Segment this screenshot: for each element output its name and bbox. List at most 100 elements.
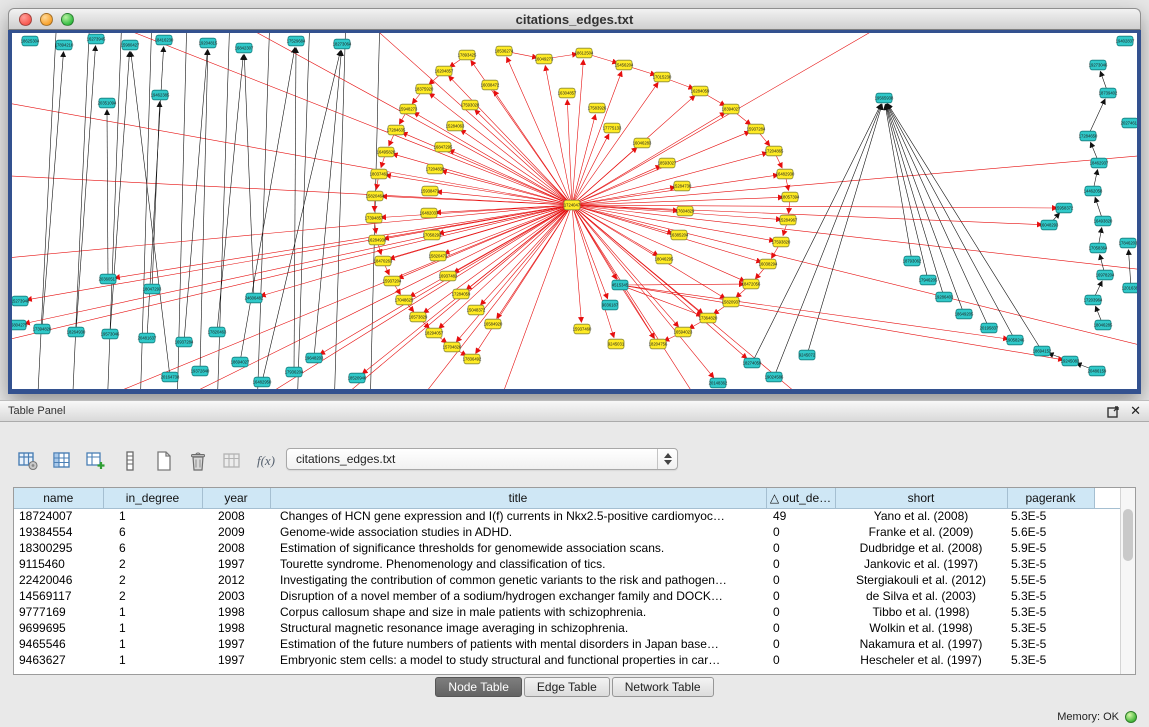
network-node[interactable]: 18649205	[955, 309, 974, 319]
cell-short[interactable]: Jankovic et al. (1997)	[835, 556, 1007, 572]
network-node[interactable]: 18273064	[333, 39, 352, 49]
close-panel-icon[interactable]: ✕	[1130, 404, 1141, 418]
table-row[interactable]: 911546021997Tourette syndrome. Phenomeno…	[14, 556, 1135, 572]
network-node[interactable]: 19573046	[101, 329, 120, 339]
column-header-title[interactable]: title	[270, 488, 766, 508]
cell-in_degree[interactable]: 2	[103, 572, 202, 588]
tab-edge-table[interactable]: Edge Table	[524, 677, 610, 697]
cell-pagerank[interactable]: 5.9E-5	[1007, 540, 1094, 556]
network-node[interactable]: 15273948	[12, 296, 30, 306]
network-node[interactable]: 18694152	[1033, 346, 1052, 356]
network-node[interactable]: 16304857	[558, 88, 577, 98]
new-document-icon[interactable]	[152, 449, 176, 473]
cell-pagerank[interactable]: 5.3E-5	[1007, 652, 1094, 668]
network-node[interactable]: 18793062	[903, 256, 922, 266]
cell-out_degree[interactable]: 0	[766, 636, 835, 652]
column-header-year[interactable]: year	[202, 488, 270, 508]
cell-in_degree[interactable]: 1	[103, 620, 202, 636]
cell-name[interactable]: 18300295	[14, 540, 103, 556]
network-node[interactable]: 18694027	[231, 357, 250, 367]
network-node[interactable]: 16847295	[434, 142, 453, 152]
cell-in_degree[interactable]: 6	[103, 524, 202, 540]
network-node[interactable]: 15958372	[1055, 203, 1074, 213]
column-header-short[interactable]: short	[835, 488, 1007, 508]
network-node[interactable]: 9245072	[799, 350, 816, 360]
network-node[interactable]: 16594023	[674, 327, 693, 337]
table-row[interactable]: 977716911998Corpus callosum shape and si…	[14, 604, 1135, 620]
column-header-pagerank[interactable]: pagerank	[1007, 488, 1094, 508]
cell-in_degree[interactable]: 6	[103, 540, 202, 556]
cell-title[interactable]: Structural magnetic resonance image aver…	[270, 620, 766, 636]
zoom-button[interactable]	[61, 13, 74, 26]
network-node[interactable]: 15948273	[399, 104, 418, 114]
network-node[interactable]: 16978204	[1096, 270, 1115, 280]
network-node[interactable]: 15820937	[722, 297, 741, 307]
cell-short[interactable]: Dudbridge et al. (2008)	[835, 540, 1007, 556]
network-node[interactable]: 19565938	[875, 93, 894, 103]
network-node[interactable]: 17394820	[33, 324, 52, 334]
network-node[interactable]: 16048293	[1040, 220, 1059, 230]
network-node[interactable]: 16842307	[235, 43, 254, 53]
network-node[interactable]: 18416230	[155, 35, 174, 45]
cell-title[interactable]: Genome-wide association studies in ADHD.	[270, 524, 766, 540]
network-node[interactable]: 18037462	[370, 169, 389, 179]
cell-in_degree[interactable]: 2	[103, 588, 202, 604]
network-node[interactable]: 20486159	[1088, 366, 1107, 376]
column-header-out_degree[interactable]: △ out_de…	[766, 488, 835, 508]
network-node[interactable]: 18612504	[575, 48, 594, 58]
cell-short[interactable]: Hescheler et al. (1997)	[835, 652, 1007, 668]
cell-in_degree[interactable]: 2	[103, 556, 202, 572]
network-node[interactable]: 20351094	[98, 98, 117, 108]
float-panel-icon[interactable]	[1107, 405, 1120, 418]
network-node[interactable]: 18470263	[374, 256, 393, 266]
cell-short[interactable]: Tibbo et al. (1998)	[835, 604, 1007, 620]
network-node[interactable]: 17058293	[423, 230, 442, 240]
cell-out_degree[interactable]: 0	[766, 588, 835, 604]
show-columns-icon[interactable]	[50, 449, 74, 473]
network-node[interactable]: 18046295	[655, 254, 674, 264]
network-node[interactable]: 17593028	[461, 100, 480, 110]
table-row[interactable]: 969969511998Structural magnetic resonanc…	[14, 620, 1135, 636]
cell-name[interactable]: 9777169	[14, 604, 103, 620]
network-node[interactable]: 17204865	[765, 146, 784, 156]
network-node[interactable]: 15938472	[421, 186, 440, 196]
cell-pagerank[interactable]: 5.6E-5	[1007, 524, 1094, 540]
network-node[interactable]: 17893425	[458, 50, 477, 60]
network-node[interactable]: 17058364	[1089, 243, 1108, 253]
cell-out_degree[interactable]: 0	[766, 524, 835, 540]
network-node[interactable]: 17284059	[452, 289, 471, 299]
cell-in_degree[interactable]: 1	[103, 636, 202, 652]
network-node[interactable]: 19648203	[305, 353, 324, 363]
table-row[interactable]: 946362711997Embryonic stem cells: a mode…	[14, 652, 1135, 668]
cell-year[interactable]: 2003	[202, 588, 270, 604]
network-node[interactable]: 1724047	[564, 200, 581, 210]
cell-pagerank[interactable]: 5.3E-5	[1007, 620, 1094, 636]
cell-title[interactable]: Tourette syndrome. Phenomenology and cla…	[270, 556, 766, 572]
network-node[interactable]: 16584920	[484, 319, 503, 329]
minimize-button[interactable]	[40, 13, 53, 26]
cell-name[interactable]: 9463627	[14, 652, 103, 668]
network-node[interactable]: 18462937	[1090, 158, 1109, 168]
network-node[interactable]: 15284063	[446, 121, 465, 131]
network-node[interactable]: 17583926	[588, 103, 607, 113]
cell-pagerank[interactable]: 5.5E-5	[1007, 572, 1094, 588]
network-node[interactable]: 16493820	[1094, 216, 1113, 226]
network-node[interactable]: 18625304	[21, 36, 40, 46]
cell-short[interactable]: Stergiakouli et al. (2012)	[835, 572, 1007, 588]
network-node[interactable]: 16049273	[535, 54, 554, 64]
network-node[interactable]: 17820463	[208, 327, 227, 337]
network-node[interactable]: 20148362	[709, 378, 728, 388]
cell-in_degree[interactable]: 1	[103, 652, 202, 668]
cell-name[interactable]: 9465546	[14, 636, 103, 652]
network-node[interactable]: 15456204	[615, 60, 634, 70]
network-node[interactable]: 17936204	[285, 367, 304, 377]
cell-out_degree[interactable]: 0	[766, 652, 835, 668]
cell-in_degree[interactable]: 1	[103, 604, 202, 620]
network-node[interactable]: 20164738	[161, 372, 180, 382]
network-node[interactable]: 16385204	[670, 230, 689, 240]
cell-in_degree[interactable]: 1	[103, 508, 202, 524]
cell-year[interactable]: 1997	[202, 652, 270, 668]
network-node[interactable]: 15937460	[573, 324, 592, 334]
table-source-dropdown[interactable]: citations_edges.txt	[286, 448, 678, 470]
cell-short[interactable]: Wolkin et al. (1998)	[835, 620, 1007, 636]
